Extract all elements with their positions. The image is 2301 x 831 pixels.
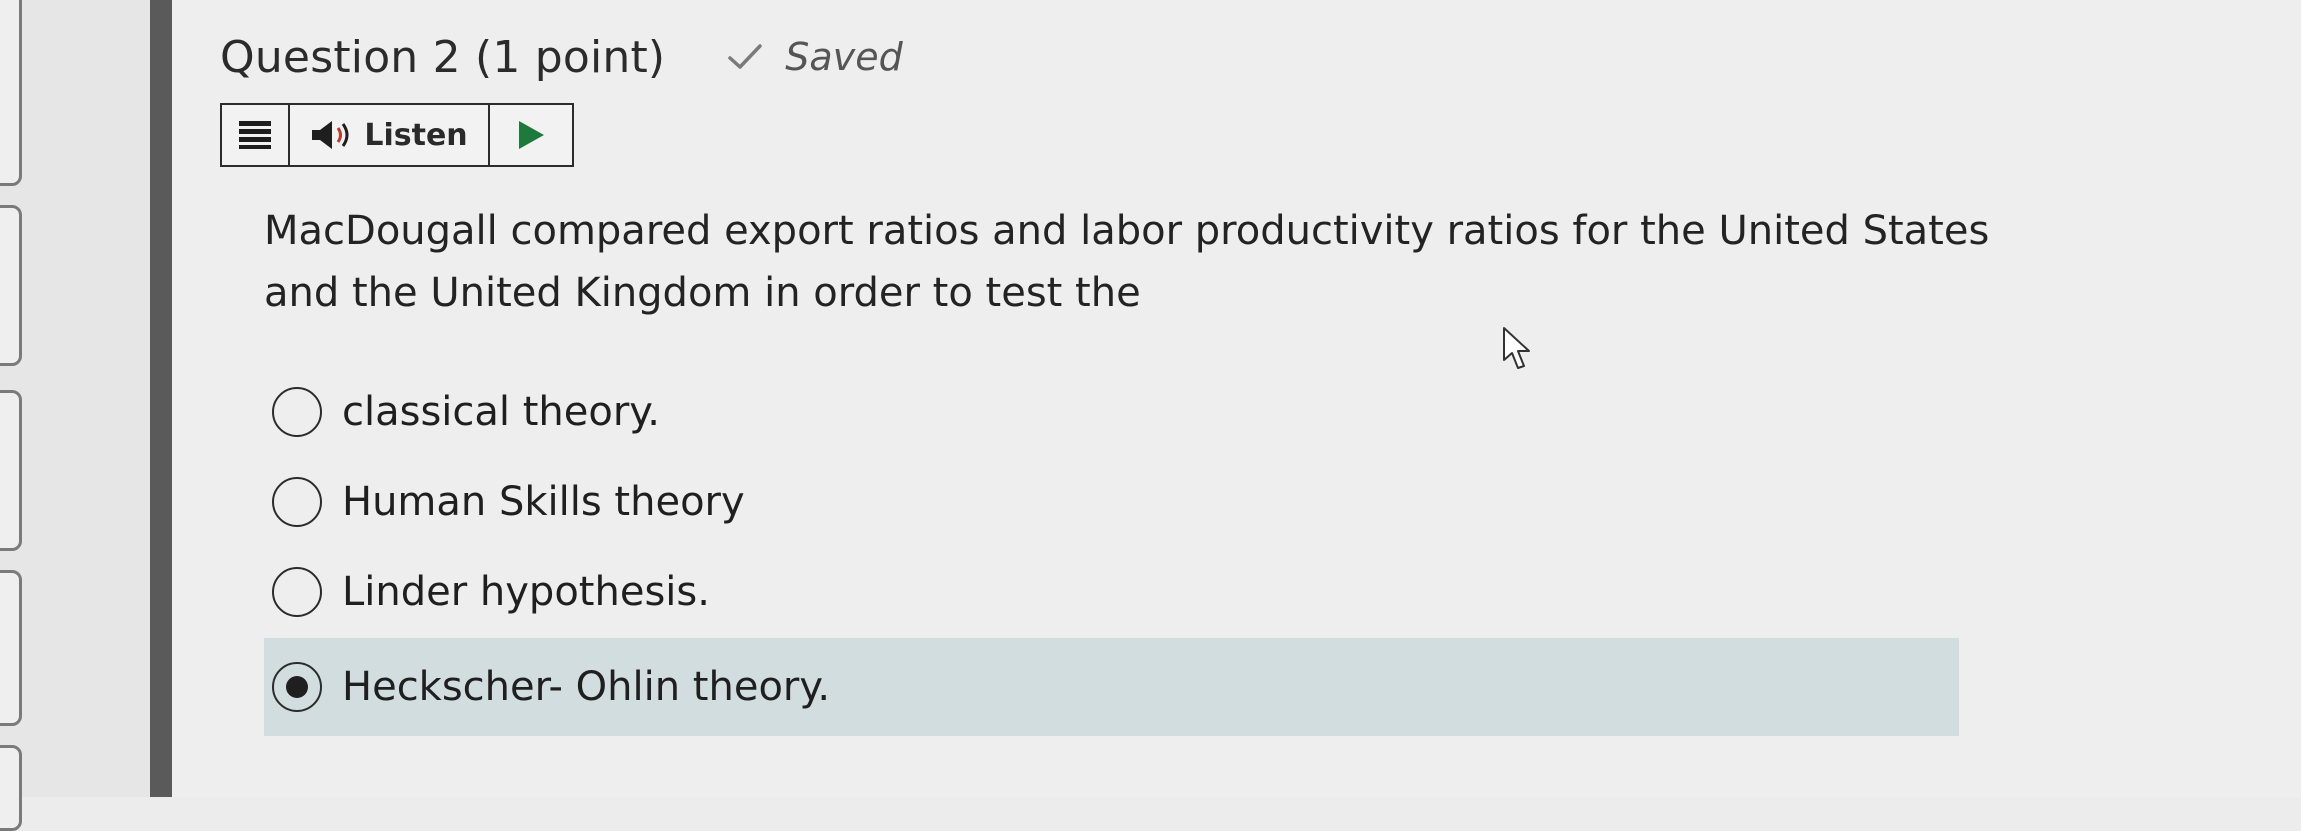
panel-divider	[150, 0, 172, 797]
question-header: Question 2 (1 point) Saved	[220, 22, 903, 92]
choice-label: Linder hypothesis.	[342, 569, 710, 615]
saved-status: Saved	[727, 35, 903, 79]
checkmark-icon	[728, 44, 763, 69]
choice-linder-hypothesis[interactable]: Linder hypothesis.	[264, 547, 1959, 637]
radio-button[interactable]	[272, 567, 322, 617]
play-button[interactable]	[490, 105, 572, 165]
radio-button[interactable]	[272, 387, 322, 437]
question-prompt: MacDougall compared export ratios and la…	[264, 208, 1990, 316]
listen-toolbar: Listen	[220, 103, 574, 167]
mouse-cursor-icon	[1503, 327, 1530, 369]
saved-label: Saved	[785, 35, 903, 79]
nav-tab-4[interactable]	[0, 570, 22, 726]
nav-tab-3[interactable]	[0, 390, 22, 551]
choice-classical-theory[interactable]: classical theory.	[264, 367, 1959, 457]
hamburger-menu-icon	[239, 121, 271, 149]
nav-tab-5[interactable]	[0, 745, 22, 831]
left-nav-strip	[0, 0, 150, 831]
choice-human-skills-theory[interactable]: Human Skills theory	[264, 457, 1959, 547]
question-panel: Question 2 (1 point) Saved Listen MacDou…	[172, 0, 2301, 797]
nav-tab-2[interactable]	[0, 205, 22, 366]
radio-button-selected[interactable]	[272, 662, 322, 712]
nav-tab-1[interactable]	[0, 0, 22, 186]
toolbar-menu-button[interactable]	[222, 105, 290, 165]
listen-button[interactable]: Listen	[290, 105, 490, 165]
choice-label: Heckscher- Ohlin theory.	[342, 664, 831, 710]
question-title: Question 2 (1 point)	[220, 31, 666, 83]
listen-label: Listen	[364, 117, 468, 153]
radio-selected-dot	[286, 676, 308, 698]
choice-label: classical theory.	[342, 389, 660, 435]
question-points: (1 point)	[474, 31, 666, 83]
choice-label: Human Skills theory	[342, 479, 745, 525]
speaker-icon	[312, 121, 349, 149]
radio-button[interactable]	[272, 477, 322, 527]
choice-heckscher-ohlin-theory[interactable]: Heckscher- Ohlin theory.	[264, 638, 1959, 736]
play-icon	[519, 121, 544, 149]
